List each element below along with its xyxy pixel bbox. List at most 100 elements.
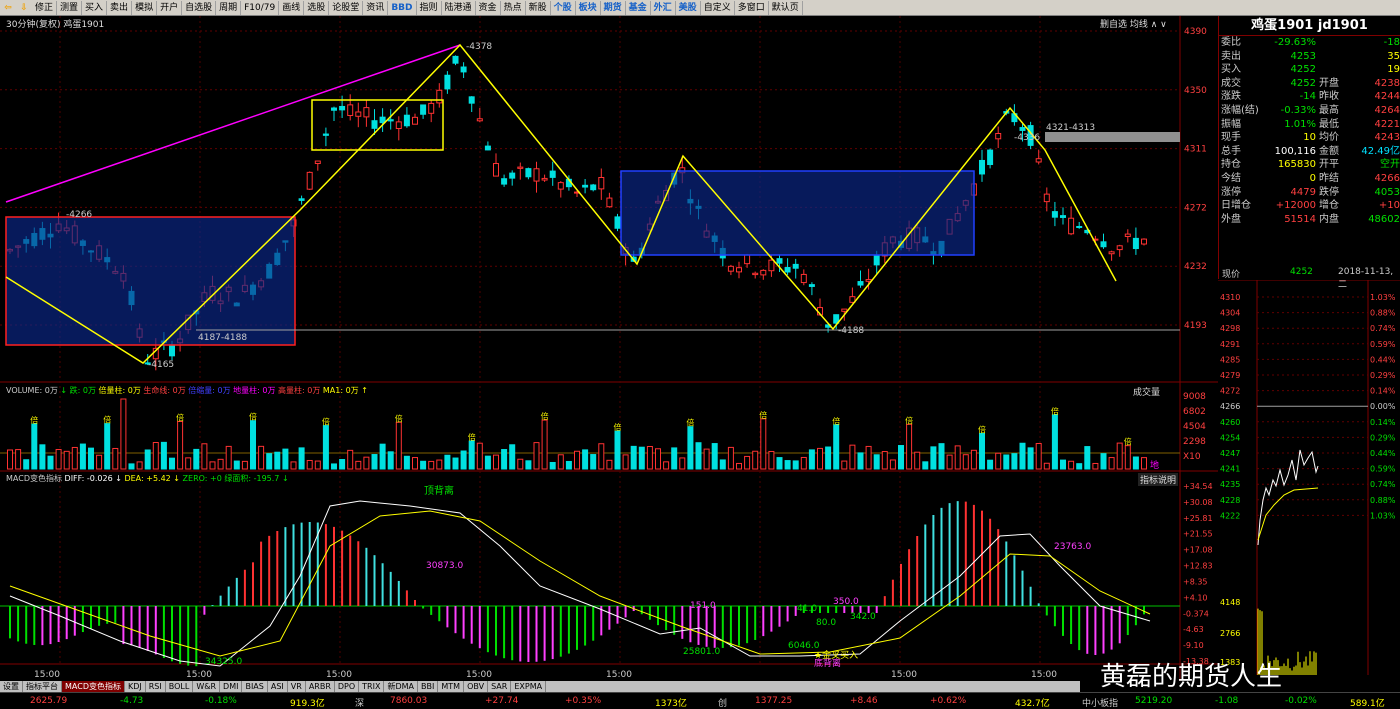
toolbar-item[interactable]: 资讯: [363, 0, 389, 15]
volume-bar: [468, 440, 475, 470]
volume-bar: [209, 461, 216, 470]
indicator-tab[interactable]: TRIX: [359, 681, 385, 692]
toolbar-item[interactable]: 卖出: [107, 0, 133, 15]
toolbar-item[interactable]: 开户: [157, 0, 183, 15]
intraday-mini-chart[interactable]: 4310 4304 4298 4291 4285 4279 4272 4266 4260 4254…: [1218, 280, 1400, 680]
volume-bar: [476, 442, 483, 470]
candle-body: [468, 96, 475, 104]
toolbar-item[interactable]: 自定义: [701, 0, 735, 15]
toolbar-item[interactable]: 资金: [476, 0, 501, 15]
down-arrow-icon[interactable]: ⇩: [16, 3, 32, 13]
indicator-tab[interactable]: MACD变色指标: [62, 681, 125, 692]
sz-index: 7860.03: [390, 696, 428, 706]
indicator-tab[interactable]: VR: [288, 681, 306, 692]
indicator-tab[interactable]: 指标平台: [23, 681, 62, 692]
toolbar-item[interactable]: 美股: [676, 0, 701, 15]
volume-bar: [1003, 454, 1010, 470]
back-arrow-icon[interactable]: ⇦: [0, 3, 16, 13]
mini-right-tick: 0.74%: [1370, 324, 1396, 333]
indicator-tab[interactable]: BIAS: [242, 681, 268, 692]
toolbar-item[interactable]: 外汇: [651, 0, 676, 15]
volume-bar: [525, 460, 532, 470]
toolbar-item[interactable]: 陆港通: [442, 0, 476, 15]
price-tick: 4311: [1184, 145, 1207, 155]
toolbar-item[interactable]: 修正: [32, 0, 58, 15]
toolbar-item[interactable]: 测置: [57, 0, 83, 15]
price-annotation: -4266: [66, 210, 92, 220]
volume-bar: [1051, 414, 1058, 470]
toolbar-item[interactable]: 选股: [304, 0, 330, 15]
indicator-tab[interactable]: ARBR: [306, 681, 335, 692]
quote-label: 今结: [1221, 172, 1241, 184]
indicator-tab[interactable]: EXPMA: [511, 681, 547, 692]
toolbar-item[interactable]: 买入: [82, 0, 108, 15]
toolbar-item[interactable]: 周期: [216, 0, 242, 15]
volume-bar: [169, 457, 175, 470]
indicator-tab[interactable]: BOLL: [166, 681, 194, 692]
kline-chart[interactable]: 4390 4350 4311 4272 4232 4193 -4266 -4165 4187-4…: [0, 16, 1218, 681]
candle-body: [1100, 241, 1107, 248]
sh-index: 2625.79: [30, 696, 68, 706]
indicator-tab[interactable]: RSI: [146, 681, 166, 692]
quote-label: 涨停: [1221, 186, 1241, 198]
toolbar-item[interactable]: 指则: [417, 0, 442, 15]
toolbar-item[interactable]: 板块: [576, 0, 601, 15]
quote-label: 振幅: [1221, 118, 1241, 130]
volume-bar: [582, 449, 589, 470]
indicator-tab[interactable]: 新DMA: [384, 681, 419, 692]
toolbar-item[interactable]: 热点: [501, 0, 526, 15]
toolbar-item[interactable]: F10/79: [241, 0, 280, 15]
quote-value: 48602: [1368, 213, 1400, 225]
toolbar-item[interactable]: BBD: [388, 0, 417, 15]
indicator-tab[interactable]: BBI: [418, 681, 439, 692]
macd-tick: +21.55: [1183, 530, 1213, 539]
bei-marker: 倍: [30, 415, 38, 425]
quote-value: 10: [1303, 132, 1316, 144]
candle-body: [1060, 215, 1066, 218]
indicator-tab[interactable]: 设置: [0, 681, 23, 692]
time-label: 15:00: [326, 670, 352, 680]
quote-label: 跌停: [1319, 186, 1339, 198]
toolbar-item[interactable]: 默认页: [769, 0, 803, 15]
volume-bar: [484, 455, 491, 470]
indicator-tab[interactable]: DPO: [335, 681, 360, 692]
toolbar-item[interactable]: 自选股: [182, 0, 217, 15]
toolbar-item[interactable]: 期货: [601, 0, 626, 15]
volume-bar: [744, 455, 751, 470]
volume-bar: [347, 449, 354, 470]
toolbar-item[interactable]: 模拟: [132, 0, 158, 15]
volume-bar: [314, 460, 321, 470]
chart-controls[interactable]: 删自选 均线 ∧ ∨: [1100, 17, 1167, 30]
mini-left-tick: 4272: [1220, 387, 1240, 396]
volume-bar: [808, 449, 815, 470]
indicator-tab[interactable]: W&R: [193, 681, 221, 692]
indicator-tab[interactable]: ASI: [268, 681, 288, 692]
mini-avg-line: [1257, 487, 1319, 541]
indicator-tab[interactable]: SAR: [488, 681, 512, 692]
volume-bar: [160, 441, 167, 470]
toolbar-item[interactable]: 画线: [279, 0, 305, 15]
toolbar-item[interactable]: 多窗口: [735, 0, 769, 15]
bei-marker: 倍: [1124, 437, 1132, 447]
toolbar-item[interactable]: 新股: [526, 0, 551, 15]
indicator-tab[interactable]: KDJ: [125, 681, 146, 692]
indicator-tab[interactable]: DMI: [220, 681, 243, 692]
indicator-tab[interactable]: MTM: [438, 681, 465, 692]
toolbar-item[interactable]: 个股: [551, 0, 576, 15]
candle-body: [808, 284, 815, 287]
indicator-help-button[interactable]: 指标说明: [1138, 473, 1179, 486]
toolbar-item[interactable]: 基金: [626, 0, 651, 15]
quote-label: 委比: [1221, 37, 1241, 48]
volume-menu-button[interactable]: 成交量: [1133, 385, 1160, 398]
indicator-tab[interactable]: OBV: [464, 681, 489, 692]
volume-bar: [752, 450, 759, 470]
toolbar-item[interactable]: 论股堂: [329, 0, 364, 15]
quote-row: 总手 100,116 金额 42.49亿: [1219, 145, 1400, 159]
volume-bar: [233, 460, 240, 470]
mini-left-tick: 4310: [1220, 293, 1240, 302]
volume-bar: [590, 454, 597, 470]
quote-value: 35: [1387, 50, 1400, 62]
zxb-index: 5219.20: [1135, 696, 1173, 706]
legend-item: DIFF: -0.026 ↓: [64, 474, 125, 483]
volume-bar: [671, 447, 678, 470]
